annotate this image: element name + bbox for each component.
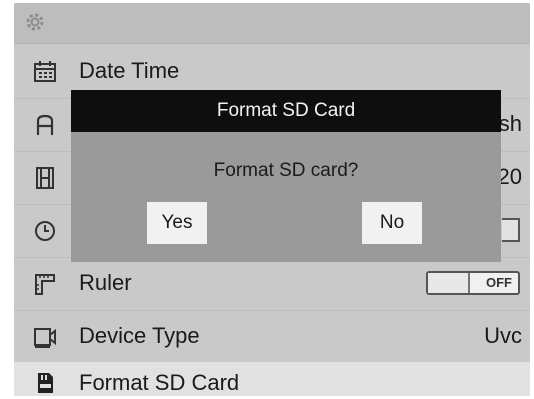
clock-icon <box>32 219 58 243</box>
camera-icon <box>32 325 58 349</box>
no-button[interactable]: No <box>362 202 422 244</box>
calendar-icon <box>32 60 58 84</box>
dialog-title: Format SD Card <box>71 90 501 132</box>
toggle-knob <box>428 273 470 293</box>
menu-item-value: 20 <box>497 164 522 189</box>
dialog-message: Format SD card? <box>213 160 359 181</box>
menu-item-label: Ruler <box>79 270 132 295</box>
yes-button[interactable]: Yes <box>147 202 207 244</box>
film-icon <box>32 166 58 190</box>
ruler-icon <box>32 272 58 296</box>
ruler-toggle[interactable]: OFF <box>426 271 520 295</box>
menu-item-device-type[interactable]: Device Type Uvc <box>14 311 530 364</box>
menu-item-format-sd-card[interactable]: Format SD Card <box>14 362 530 396</box>
menu-item-value: Uvc <box>484 323 522 348</box>
font-icon <box>32 113 58 137</box>
settings-header <box>14 3 530 44</box>
menu-item-label: Device Type <box>79 323 200 348</box>
toggle-switch[interactable] <box>502 218 520 242</box>
toggle-state-label: OFF <box>486 275 512 290</box>
menu-item-label: Format SD Card <box>79 370 240 395</box>
menu-item-ruler[interactable]: Ruler OFF <box>14 258 530 311</box>
sd-card-icon <box>32 371 58 395</box>
menu-item-label: Date Time <box>79 58 180 83</box>
device-screen: Date Time ish 20 Ruler OFF Device Type U… <box>14 3 530 396</box>
format-sd-dialog: Format SD Card Format SD card? Yes No <box>71 90 501 262</box>
gear-icon <box>22 9 48 35</box>
